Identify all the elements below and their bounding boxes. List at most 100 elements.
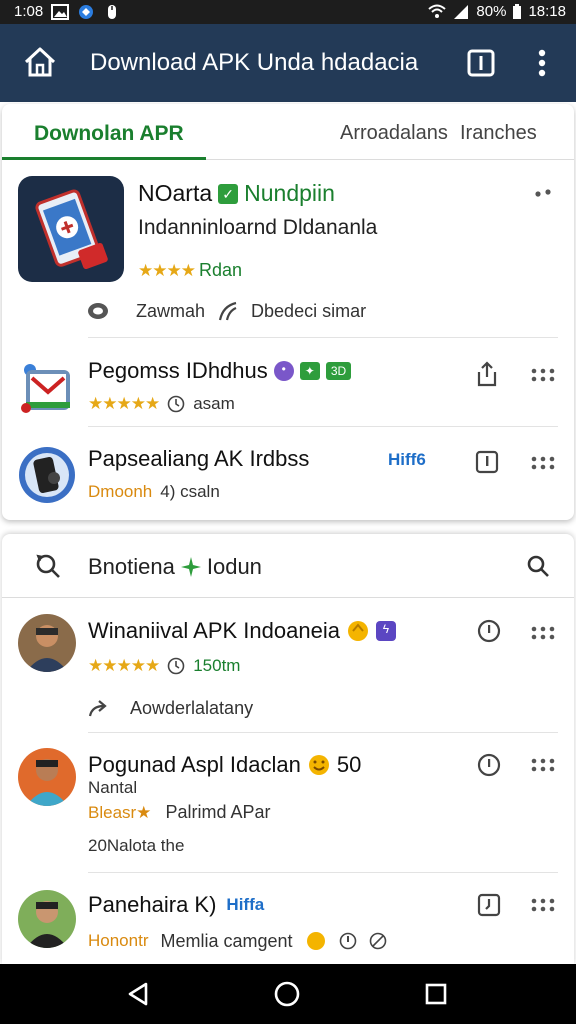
list-item[interactable]: Winaniival APK Indoaneia ϟ ★★★★★ 150tm A… [2,598,574,732]
home-circle-icon[interactable] [273,980,301,1008]
avatar [18,748,76,806]
star-rating: ★★★★ [138,260,196,280]
forward-arrow-icon [88,699,107,716]
share-curve-icon [218,301,237,321]
list-item[interactable]: Papsealiang AK Irdbss Hiff6 Dmoonh 4) cs… [2,438,574,520]
sparkle-icon [180,557,201,577]
post-title-text: Panehaira K) [88,892,217,917]
featured-meta-1: Zawmah [136,300,206,321]
status-bar: 1:08 80% 18:18 [0,0,576,24]
section-title-b: Iodun [206,554,262,579]
post-meta-text: Memlia camgent [160,930,293,951]
list-item[interactable]: Pegomss IDhdhus • ✦ 3D ★★★★★ asam [2,350,574,438]
post-tag: Hiffa [226,895,265,914]
featured-title-b: Nundpiin [244,180,335,206]
card-app-icon [35,189,108,269]
app-title: Papsealiang AK Irdbss [88,446,309,472]
post-meta: Honontr Memlia camgent [88,930,387,952]
app-tag: Hiff6 [388,450,426,469]
post-meta-text: Palrimd APar [165,802,271,822]
featured-app-subtitle: Indanninloarnd Dldananla [138,216,378,239]
search-icon[interactable] [526,554,550,578]
section-header: Bnotiena Iodun [2,534,574,598]
badge-green: ✦ [299,362,320,380]
post-action[interactable]: Aowderlalatany [88,698,253,719]
star-rating: ★★★★★ [88,656,160,675]
clock-icon [167,657,185,675]
grid-dots-icon[interactable] [530,898,556,912]
app-meta-text: asam [193,394,235,413]
share-icon[interactable] [474,360,500,388]
verified-check-icon: ✓ [218,183,239,204]
recents-icon[interactable] [422,980,450,1008]
app-meta-orange: Dmoonh [88,482,153,501]
grid-dots-icon[interactable] [530,456,556,470]
more-dots-icon[interactable] [532,184,556,204]
clock-icon [167,395,185,413]
refresh-search-icon[interactable] [34,552,62,580]
rating-text: Rdan [198,260,242,280]
no-entry-icon [369,932,386,950]
post-subline-text: Nantal [88,778,138,797]
featured-rating: ★★★★ Rdan [138,260,242,281]
grid-dots-icon[interactable] [530,626,556,640]
list-item[interactable]: Panehaira K) Hiffa Honontr Memlia camgen… [2,874,574,964]
post-meta: Bleasr★ Palrimd APar [88,802,270,823]
tab-download-apk[interactable]: Downolan APR [34,122,184,146]
featured-title-a: NOarta [138,180,213,206]
timer-icon[interactable] [476,618,502,644]
person-avatar-icon [18,890,76,948]
divider [88,872,558,873]
section-title-a: Bnotiena [88,554,175,579]
app-title-text: Pegomss IDhdhus [88,358,268,383]
star-rating: ★★★★★ [88,394,160,413]
list-item[interactable]: Pogunad Aspl Idaclan 50 Nantal Bleasr★ P… [2,734,574,872]
app-icon [18,358,76,416]
grid-dots-icon[interactable] [530,758,556,772]
avatar [18,890,76,948]
system-nav-bar [0,964,576,1024]
apk-list-card: Downolan APR Arroadalans Iranches NOarta… [2,104,574,520]
divider [88,337,558,338]
timer-icon[interactable] [476,752,502,778]
post-footer-text: 20Nalota the [88,836,185,855]
featured-app-title[interactable]: NOarta ✓ Nundpiin [138,180,335,207]
app-bar: Download APK Unda hdadacia [0,24,576,102]
post-subline: Nantal [88,778,137,798]
active-tab-indicator [2,157,206,160]
signal-icon [454,4,469,19]
post-meta: ★★★★★ 150tm [88,656,240,676]
tab-arroadalans[interactable]: Arroadalans [340,122,448,145]
info-box-icon[interactable] [474,448,500,476]
post-title: Pogunad Aspl Idaclan 50 [88,752,361,778]
post-meta-text: 150tm [193,656,241,675]
clock-icon [339,932,356,950]
app-meta: ★★★★★ asam [88,394,235,414]
phone-app-icon [19,447,75,503]
app-title: Pegomss IDhdhus • ✦ 3D [88,358,352,384]
featured-meta: Zawmah Dbedeci simar [88,300,366,322]
back-icon[interactable] [124,980,152,1008]
mail-app-icon [21,364,70,413]
grid-dots-icon[interactable] [530,368,556,382]
status-time: 1:08 [14,3,44,20]
overflow-menu-icon[interactable] [528,46,556,80]
wifi-icon [428,4,447,18]
post-action-text: Aowderlalatany [130,698,254,718]
timer-icon[interactable] [476,892,502,918]
post-count: 50 [336,752,362,777]
featured-app-icon[interactable] [18,176,124,282]
badge-3d: 3D [325,362,352,380]
app-meta: Dmoonh 4) csaln [88,482,220,502]
post-title-text: Winaniival APK Indoaneia [88,618,340,643]
post-meta-orange: Bleasr★ [88,802,152,822]
app-bar-title: Download APK Unda hdadacia [90,49,419,76]
info-icon[interactable] [464,46,498,80]
divider [88,426,558,427]
tab-iranches[interactable]: Iranches [460,122,537,145]
app-meta-text: 4) csaln [160,482,220,501]
battery-icon [513,3,522,19]
divider [88,732,558,733]
home-icon[interactable] [22,44,58,80]
post-title-text: Pogunad Aspl Idaclan [88,752,301,777]
